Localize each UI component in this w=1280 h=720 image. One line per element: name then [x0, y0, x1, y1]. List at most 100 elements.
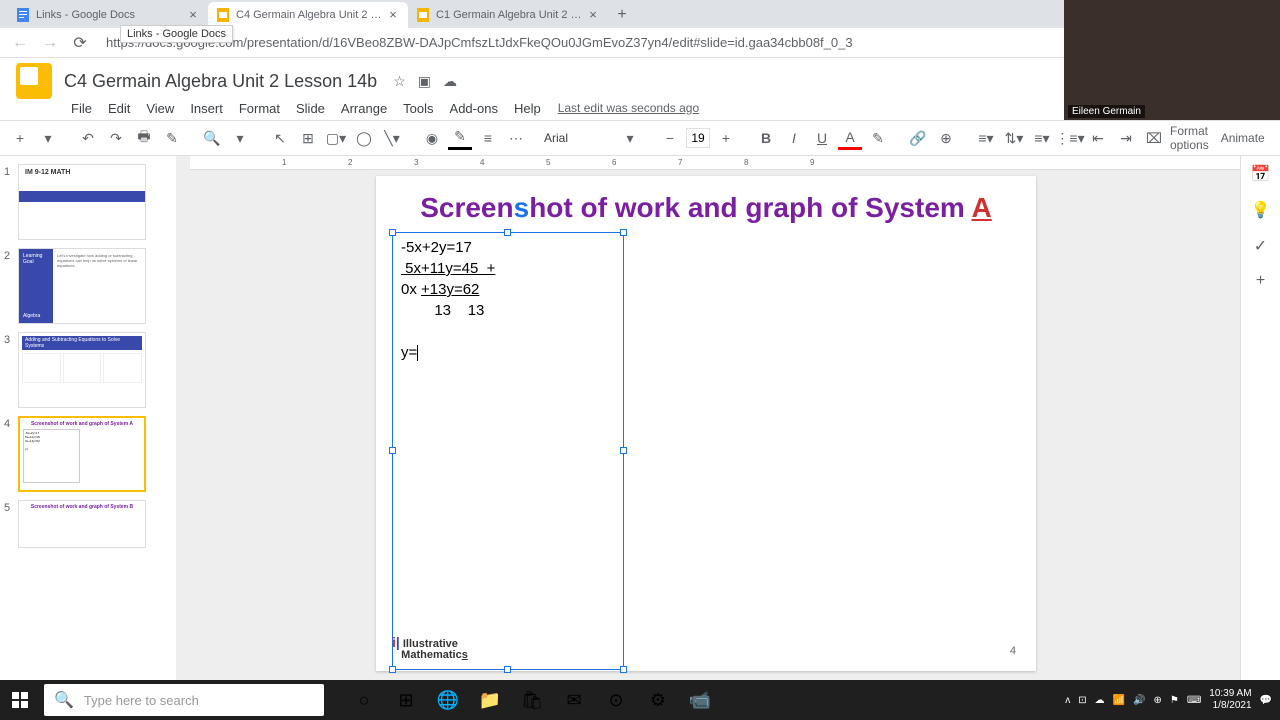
calendar-icon[interactable]: 📅: [1251, 164, 1271, 184]
add-icon[interactable]: +: [1256, 272, 1265, 290]
redo-button[interactable]: ↷: [104, 126, 128, 150]
numbered-list-button[interactable]: ≡▾: [1030, 126, 1054, 150]
settings-icon[interactable]: ⚙: [638, 680, 678, 720]
tab-c4-slides[interactable]: C4 Germain Algebra Unit 2 Less ×: [208, 2, 408, 28]
chevron-down-icon[interactable]: ▾: [228, 126, 252, 150]
work-textbox[interactable]: -5x+2y=17 5x+11y=45 + 0x +13y=62 13 13 y…: [392, 232, 624, 670]
fill-color-button[interactable]: ◉: [420, 126, 444, 150]
close-icon[interactable]: ×: [186, 8, 200, 22]
new-slide-button[interactable]: +: [8, 126, 32, 150]
font-selector[interactable]: [544, 131, 614, 145]
undo-button[interactable]: ↶: [76, 126, 100, 150]
resize-handle[interactable]: [504, 229, 511, 236]
menu-help[interactable]: Help: [507, 99, 548, 118]
slide-canvas[interactable]: 1 2 3 4 5 6 7 8 9 Screenshot of work and…: [176, 156, 1240, 680]
document-title[interactable]: C4 Germain Algebra Unit 2 Lesson 14b: [64, 71, 377, 92]
slide-thumbnail-4[interactable]: Screenshot of work and graph of System A…: [18, 416, 146, 492]
menu-format[interactable]: Format: [232, 99, 287, 118]
textbox-content[interactable]: -5x+2y=17 5x+11y=45 + 0x +13y=62 13 13 y…: [393, 233, 623, 367]
slide-thumbnail-1[interactable]: [18, 164, 146, 240]
decrease-indent-button[interactable]: ⇤: [1086, 126, 1110, 150]
menu-arrange[interactable]: Arrange: [334, 99, 394, 118]
move-icon[interactable]: ▣: [418, 73, 431, 90]
resize-handle[interactable]: [620, 666, 627, 673]
tray-up-icon[interactable]: ʌ: [1065, 695, 1070, 706]
close-icon[interactable]: ×: [586, 8, 600, 22]
menu-edit[interactable]: Edit: [101, 99, 137, 118]
line-tool[interactable]: ╲▾: [380, 126, 404, 150]
tray-icon[interactable]: ⊡: [1078, 695, 1086, 706]
shape-tool[interactable]: ◯: [352, 126, 376, 150]
bulleted-list-button[interactable]: ⋮≡▾: [1058, 126, 1082, 150]
explorer-icon[interactable]: 📁: [470, 680, 510, 720]
store-icon[interactable]: 🛍: [512, 680, 552, 720]
highlight-button[interactable]: ✎: [866, 126, 890, 150]
menu-view[interactable]: View: [139, 99, 181, 118]
back-button[interactable]: ←: [8, 31, 32, 55]
zoom-button[interactable]: 🔍: [200, 126, 224, 150]
border-weight-button[interactable]: ≡: [476, 126, 500, 150]
slide-thumbnail-2[interactable]: Learning GoalAlgebra Let's investigate h…: [18, 248, 146, 324]
menu-file[interactable]: File: [64, 99, 99, 118]
slide-thumbnail-5[interactable]: Screenshot of work and graph of System B: [18, 500, 146, 548]
task-view-icon[interactable]: ⊞: [386, 680, 426, 720]
chevron-down-icon[interactable]: ▾: [618, 126, 642, 150]
start-button[interactable]: [0, 680, 40, 720]
increase-indent-button[interactable]: ⇥: [1114, 126, 1138, 150]
border-dash-button[interactable]: ⋯: [504, 126, 528, 150]
resize-handle[interactable]: [504, 666, 511, 673]
comment-button[interactable]: ⊕: [934, 126, 958, 150]
format-options-button[interactable]: Format options: [1170, 124, 1209, 152]
border-color-button[interactable]: ✎: [448, 126, 472, 150]
new-tab-button[interactable]: +: [608, 2, 636, 28]
clock[interactable]: 10:39 AM 1/8/2021: [1209, 688, 1251, 712]
input-icon[interactable]: ⌨: [1187, 695, 1201, 706]
forward-button[interactable]: →: [38, 31, 62, 55]
font-size-input[interactable]: [686, 128, 710, 148]
resize-handle[interactable]: [620, 229, 627, 236]
link-button[interactable]: 🔗: [906, 126, 930, 150]
print-button[interactable]: 🖶: [132, 126, 156, 150]
select-tool[interactable]: ↖: [268, 126, 292, 150]
italic-button[interactable]: I: [782, 126, 806, 150]
increase-font-button[interactable]: +: [714, 126, 738, 150]
menu-addons[interactable]: Add-ons: [443, 99, 505, 118]
volume-icon[interactable]: 🔊: [1133, 695, 1145, 706]
align-button[interactable]: ≡▾: [974, 126, 998, 150]
resize-handle[interactable]: [389, 229, 396, 236]
tasks-icon[interactable]: ✓: [1254, 236, 1267, 256]
tray-icon[interactable]: ⊕: [1153, 695, 1161, 706]
cloud-icon[interactable]: ☁: [443, 73, 457, 90]
image-tool[interactable]: ▢▾: [324, 126, 348, 150]
mail-icon[interactable]: ✉: [554, 680, 594, 720]
taskbar-search[interactable]: 🔍 Type here to search: [44, 684, 324, 716]
line-spacing-button[interactable]: ⇅▾: [1002, 126, 1026, 150]
cortana-icon[interactable]: ○: [344, 680, 384, 720]
resize-handle[interactable]: [389, 447, 396, 454]
slide-panel[interactable]: 1 2 Learning GoalAlgebra Let's investiga…: [0, 156, 176, 680]
reload-button[interactable]: ⟳: [68, 31, 92, 55]
last-edit-link[interactable]: Last edit was seconds ago: [558, 101, 699, 115]
keep-icon[interactable]: 💡: [1251, 200, 1271, 220]
zoom-icon[interactable]: 📹: [680, 680, 720, 720]
close-icon[interactable]: ×: [386, 8, 400, 22]
decrease-font-button[interactable]: −: [658, 126, 682, 150]
clear-formatting-button[interactable]: ⌧: [1142, 126, 1166, 150]
edge-icon[interactable]: 🌐: [428, 680, 468, 720]
resize-handle[interactable]: [389, 666, 396, 673]
menu-slide[interactable]: Slide: [289, 99, 332, 118]
star-icon[interactable]: ☆: [393, 73, 406, 90]
slides-logo-icon[interactable]: [16, 63, 52, 99]
app-icon[interactable]: ⊙: [596, 680, 636, 720]
notifications-icon[interactable]: 💬: [1260, 695, 1272, 706]
underline-button[interactable]: U: [810, 126, 834, 150]
tray-icon[interactable]: ⚑: [1170, 695, 1179, 706]
current-slide[interactable]: Screenshot of work and graph of System A…: [376, 176, 1036, 671]
menu-tools[interactable]: Tools: [396, 99, 440, 118]
onedrive-icon[interactable]: ☁: [1095, 695, 1105, 706]
text-color-button[interactable]: A: [838, 126, 862, 150]
paint-format-button[interactable]: ✎: [160, 126, 184, 150]
resize-handle[interactable]: [620, 447, 627, 454]
animate-button[interactable]: Animate: [1221, 131, 1265, 145]
network-icon[interactable]: 📶: [1113, 695, 1125, 706]
